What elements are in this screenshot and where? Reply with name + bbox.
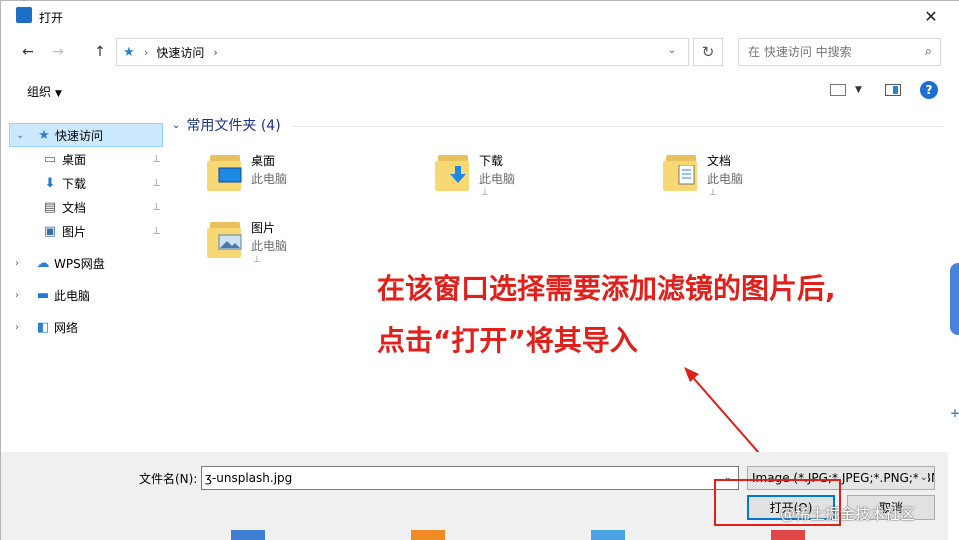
sidebar-item-network[interactable]: › ◧ 网络: [9, 315, 163, 339]
filename-input[interactable]: [202, 467, 712, 489]
download-icon: ⬇: [44, 175, 56, 191]
sidebar-item-wps-drive[interactable]: › ☁ WPS网盘: [9, 251, 163, 275]
desktop-folder-icon: [207, 151, 243, 191]
folder-location: 此电脑: [251, 172, 288, 186]
refresh-button[interactable]: ↻: [693, 38, 723, 66]
filename-label: 文件名(N):: [139, 472, 198, 486]
pin-icon: ⊥: [253, 255, 261, 265]
address-dropdown-icon[interactable]: ⌄: [668, 45, 676, 56]
caret-down-icon: ▼: [55, 89, 62, 99]
sidebar-item-label: 快速访问: [55, 128, 104, 143]
sidebar-item-downloads[interactable]: ⬇ 下载 ⊥: [9, 171, 163, 195]
sidebar-item-label: 此电脑: [54, 288, 91, 303]
forward-button[interactable]: →: [47, 41, 69, 63]
download-folder-icon: [435, 151, 471, 191]
navigation-pane: ⌄ ★ 快速访问 ▭ 桌面 ⊥ ⬇ 下载 ⊥ ▤ 文档 ⊥ ▣ 图片 ⊥ › ☁…: [9, 111, 163, 451]
folder-tile-documents[interactable]: 文档 此电脑 ⊥: [663, 149, 863, 209]
help-icon[interactable]: ?: [920, 81, 938, 99]
watermark: @稀土掘金技术社区: [780, 505, 916, 523]
chevron-down-icon[interactable]: ⌄: [16, 130, 24, 141]
sidebar-item-label: 下载: [62, 176, 87, 191]
open-file-dialog: 打开 ✕ ← → ↑ ★ › 快速访问 › ⌄ ↻ ⌕ 组织▼ ▼ ? ⌄ ★: [0, 0, 959, 540]
annotation-text: 在该窗口选择需要添加滤镜的图片后, 点击“打开”将其导入: [377, 263, 836, 367]
sidebar-item-label: 桌面: [62, 152, 87, 167]
folder-name: 文档: [707, 154, 732, 168]
sidebar-item-quick-access[interactable]: ⌄ ★ 快速访问: [9, 123, 163, 147]
chevron-right-icon[interactable]: ›: [15, 290, 19, 301]
folder-name: 桌面: [251, 154, 276, 168]
cloud-icon: ☁: [36, 255, 50, 271]
app-icon: [16, 7, 32, 23]
chevron-right-icon: ›: [144, 45, 149, 59]
pin-icon: ⊥: [152, 225, 161, 237]
sidebar-item-label: WPS网盘: [54, 256, 105, 271]
sidebar-item-label: 图片: [62, 224, 87, 239]
chevron-down-icon[interactable]: ⌄: [172, 120, 180, 131]
caret-down-icon[interactable]: ▼: [855, 85, 862, 95]
filename-field[interactable]: ⌄: [201, 466, 739, 490]
sidebar-item-pictures[interactable]: ▣ 图片 ⊥: [9, 219, 163, 243]
picture-icon: ▣: [43, 223, 57, 239]
view-options-icon[interactable]: [830, 84, 846, 96]
search-input[interactable]: [739, 39, 915, 65]
sidebar-item-label: 网络: [54, 320, 79, 335]
folder-tile-desktop[interactable]: 桌面 此电脑: [207, 149, 407, 209]
navigation-bar: ← → ↑ ★ › 快速访问 › ⌄ ↻ ⌕: [1, 35, 958, 69]
plus-icon: +: [950, 406, 959, 420]
pin-icon: ⊥: [152, 177, 161, 189]
chevron-right-icon[interactable]: ›: [15, 258, 19, 269]
sidebar-item-desktop[interactable]: ▭ 桌面 ⊥: [9, 147, 163, 171]
search-box[interactable]: ⌕: [738, 38, 941, 66]
toolbar: 组织 ▼ ▼ ?: [1, 71, 958, 109]
network-icon: ◧: [36, 319, 50, 335]
up-button[interactable]: ↑: [89, 41, 111, 63]
pin-icon: ⊥: [152, 201, 161, 213]
background-app-edge: +: [948, 1, 959, 540]
sidebar-item-this-pc[interactable]: › ▬ 此电脑: [9, 283, 163, 307]
address-bar[interactable]: ★ › 快速访问 › ⌄: [116, 38, 689, 66]
pin-icon: ⊥: [709, 188, 717, 198]
desktop-icon: ▭: [43, 151, 57, 167]
folder-tile-downloads[interactable]: 下载 此电脑 ⊥: [435, 149, 635, 209]
pin-icon: ⊥: [152, 153, 161, 165]
annotation-line-2: 点击“打开”将其导入: [377, 324, 638, 357]
breadcrumb[interactable]: 快速访问: [156, 44, 204, 61]
document-folder-icon: [663, 151, 699, 191]
folder-location: 此电脑: [479, 172, 516, 186]
group-header[interactable]: ⌄ 常用文件夹 (4): [172, 115, 281, 135]
chevron-down-icon[interactable]: ⌄: [917, 472, 928, 483]
chevron-right-icon[interactable]: ›: [15, 322, 19, 333]
folder-location: 此电脑: [251, 239, 288, 253]
sidebar-item-label: 文档: [62, 200, 87, 215]
organize-label: 组织: [27, 85, 52, 99]
organize-button[interactable]: 组织 ▼: [27, 83, 62, 100]
folder-name: 图片: [251, 221, 276, 235]
computer-icon: ▬: [36, 287, 50, 303]
window-title: 打开: [39, 11, 64, 25]
folder-location: 此电脑: [707, 172, 744, 186]
pin-icon: ⊥: [481, 188, 489, 198]
star-icon: ★: [38, 127, 50, 143]
document-icon: ▤: [43, 199, 57, 215]
title-bar: 打开 ✕: [1, 1, 958, 32]
annotation-line-1: 在该窗口选择需要添加滤镜的图片后,: [377, 272, 836, 305]
background-taskbar-strip: [151, 530, 851, 540]
sidebar-item-documents[interactable]: ▤ 文档 ⊥: [9, 195, 163, 219]
search-icon[interactable]: ⌕: [925, 44, 932, 59]
chevron-right-icon[interactable]: ›: [213, 46, 217, 59]
picture-folder-icon: [207, 218, 243, 258]
back-button[interactable]: ←: [17, 41, 39, 63]
star-icon: ★: [123, 44, 135, 60]
group-title: 常用文件夹 (4): [186, 118, 281, 134]
group-divider: [293, 126, 943, 127]
close-button[interactable]: ✕: [912, 3, 950, 29]
folder-name: 下载: [479, 154, 504, 168]
preview-pane-icon[interactable]: [885, 84, 901, 96]
background-blob: [950, 263, 959, 335]
